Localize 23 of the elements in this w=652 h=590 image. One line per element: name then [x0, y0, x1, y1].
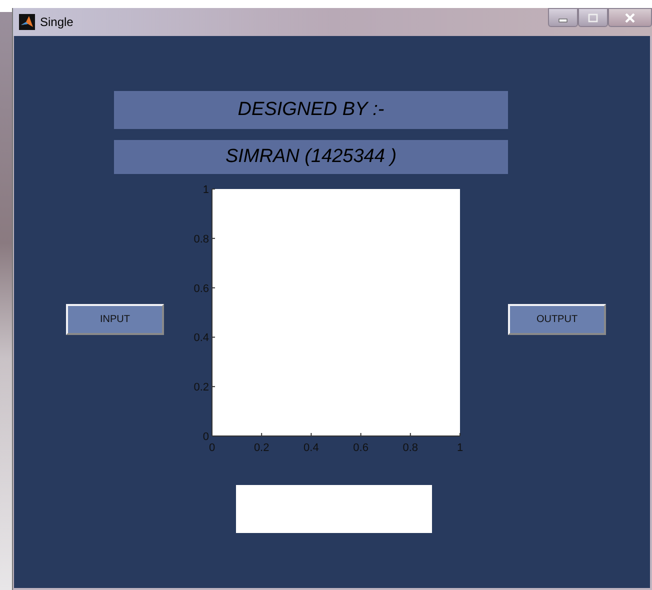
banner-text: SIMRAN (1425344 )	[114, 140, 508, 174]
y-tick-label: 0.8	[194, 233, 209, 246]
close-button[interactable]	[608, 8, 652, 27]
x-tick-label: 0	[208, 442, 216, 454]
banner-text: DESIGNED BY :-	[114, 91, 508, 129]
y-tick-label: 0	[202, 431, 209, 443]
minimize-button[interactable]	[548, 8, 578, 27]
close-icon	[624, 12, 636, 22]
input-button[interactable]: INPUT	[66, 304, 164, 335]
maximize-icon	[588, 12, 598, 22]
y-tick-label: 0.6	[194, 282, 209, 295]
maximize-button[interactable]	[578, 8, 608, 27]
y-tick-label: 1	[202, 184, 209, 196]
x-tick-label: 0.8	[402, 442, 418, 454]
y-tick-label: 0.2	[194, 382, 209, 394]
output-button[interactable]: OUTPUT	[508, 304, 606, 335]
window-title: Single	[40, 15, 74, 29]
x-tick-label: 0.6	[353, 442, 368, 454]
x-tick-label: 0.2	[254, 442, 270, 454]
y-tick-label: 0.4	[194, 332, 209, 344]
app-icon	[19, 14, 35, 30]
x-tick-label: 1	[456, 442, 464, 454]
x-tick-label: 0.4	[304, 442, 319, 454]
